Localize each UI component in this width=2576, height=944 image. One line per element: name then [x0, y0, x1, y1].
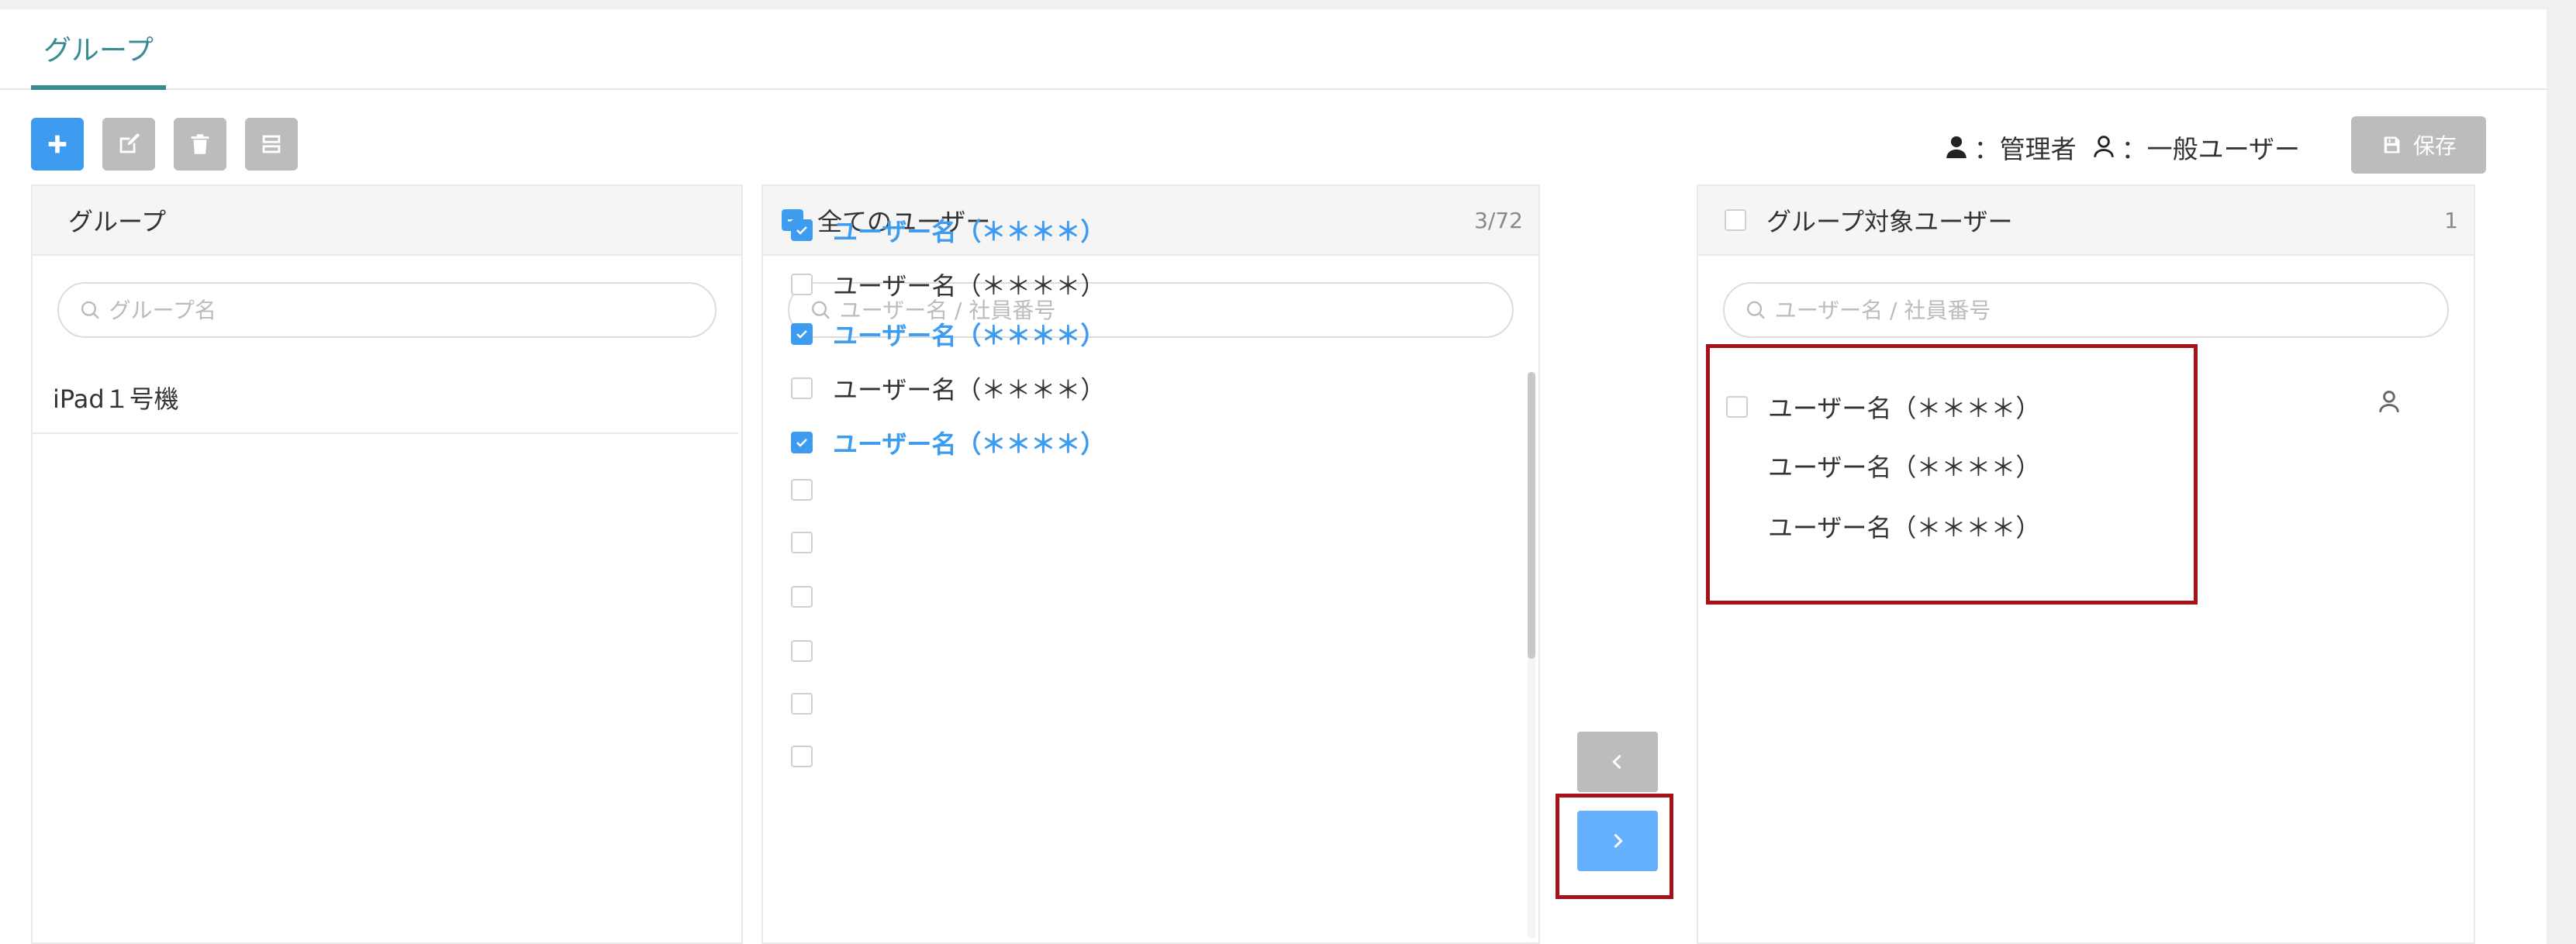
group-search-input[interactable] — [109, 297, 695, 323]
save-button-label: 保存 — [2412, 133, 2457, 159]
admin-legend-label: ：管理者 — [1973, 134, 2077, 164]
save-icon — [2384, 136, 2400, 153]
user-checkbox[interactable] — [791, 432, 813, 453]
role-legend: ：管理者 ：一般ユーザー — [1943, 129, 2300, 166]
admin-user-icon — [1943, 134, 1970, 160]
chevron-left-icon — [1612, 754, 1621, 770]
user-name-label: ユーザー名（＊＊＊＊） — [833, 217, 1106, 246]
all-users-row[interactable]: ユーザー名（＊＊＊＊） — [791, 212, 1105, 248]
group-item-divider — [33, 432, 738, 434]
general-user-icon — [2091, 134, 2117, 160]
move-right-highlight — [1556, 794, 1673, 899]
target-users-panel-header: グループ対象ユーザー 1 — [1698, 186, 2474, 256]
all-users-row[interactable] — [791, 586, 833, 608]
target-count: 1 — [2444, 207, 2458, 233]
user-name-label: ユーザー名（＊＊＊＊） — [833, 271, 1106, 301]
user-checkbox[interactable] — [791, 377, 813, 399]
all-users-scrollbar-thumb[interactable] — [1528, 372, 1535, 659]
user-checkbox[interactable] — [791, 274, 813, 295]
target-users-search-input[interactable] — [1774, 297, 2427, 323]
tab-bar: グループ — [0, 9, 2547, 90]
all-users-row[interactable] — [791, 640, 833, 662]
tab-groups[interactable]: グループ — [31, 28, 166, 90]
all-users-panel: 全てのユーザー 3/72 ユーザー名（＊＊＊＊）ユーザー名（＊＊＊＊）ユーザー名… — [761, 184, 1540, 944]
all-users-row[interactable]: ユーザー名（＊＊＊＊） — [791, 316, 1105, 352]
page-card: グループ ：管理者 ：一般ユーザー 保存 グループ グループ名 iPad１号機 … — [0, 9, 2547, 944]
user-checkbox[interactable] — [791, 586, 813, 608]
user-name-label: ユーザー名（＊＊＊＊） — [833, 321, 1106, 350]
search-icon — [81, 301, 99, 319]
user-checkbox[interactable] — [791, 640, 813, 662]
edit-icon — [119, 133, 140, 153]
all-users-row[interactable] — [791, 693, 833, 715]
all-users-row[interactable] — [791, 479, 833, 501]
all-users-row[interactable]: ユーザー名（＊＊＊＊） — [791, 267, 1105, 302]
user-name-label: ユーザー名（＊＊＊＊） — [833, 429, 1106, 459]
delete-button[interactable] — [174, 118, 226, 171]
group-search[interactable] — [57, 282, 717, 338]
search-icon — [1746, 301, 1765, 319]
user-checkbox[interactable] — [791, 532, 813, 553]
save-button[interactable]: 保存 — [2351, 116, 2486, 174]
target-select-all-checkbox[interactable] — [1725, 209, 1746, 231]
all-users-row[interactable] — [791, 532, 833, 553]
user-checkbox[interactable] — [791, 693, 813, 715]
target-users-highlight — [1706, 344, 2198, 605]
all-users-scrollbar[interactable] — [1528, 372, 1535, 938]
copy-icon — [262, 135, 281, 153]
all-users-row[interactable]: ユーザー名（＊＊＊＊） — [791, 425, 1105, 460]
user-checkbox[interactable] — [791, 323, 813, 345]
plus-icon — [48, 135, 67, 153]
target-users-search[interactable] — [1723, 282, 2449, 338]
trash-icon — [191, 134, 209, 154]
group-list-item[interactable]: iPad１号機 — [53, 380, 751, 415]
group-panel-header: グループ — [33, 186, 741, 256]
all-users-row[interactable]: ユーザー名（＊＊＊＊） — [791, 370, 1105, 406]
user-checkbox[interactable] — [791, 219, 813, 241]
general-legend-label: ：一般ユーザー — [2121, 134, 2300, 164]
user-checkbox[interactable] — [791, 746, 813, 767]
all-users-row[interactable] — [791, 746, 833, 767]
add-button[interactable] — [31, 118, 84, 171]
user-name-label: ユーザー名（＊＊＊＊） — [833, 375, 1106, 405]
tab-active-indicator — [31, 85, 166, 90]
user-checkbox[interactable] — [791, 479, 813, 501]
general-user-icon — [2376, 389, 2402, 415]
selection-count: 3/72 — [1474, 207, 1523, 233]
target-users-panel-title: グループ対象ユーザー — [1766, 207, 2013, 236]
group-panel: グループ iPad１号機 — [31, 184, 743, 944]
copy-button[interactable] — [245, 118, 298, 171]
move-left-button[interactable] — [1577, 732, 1658, 792]
edit-button[interactable] — [102, 118, 155, 171]
group-panel-title: グループ — [68, 207, 167, 236]
